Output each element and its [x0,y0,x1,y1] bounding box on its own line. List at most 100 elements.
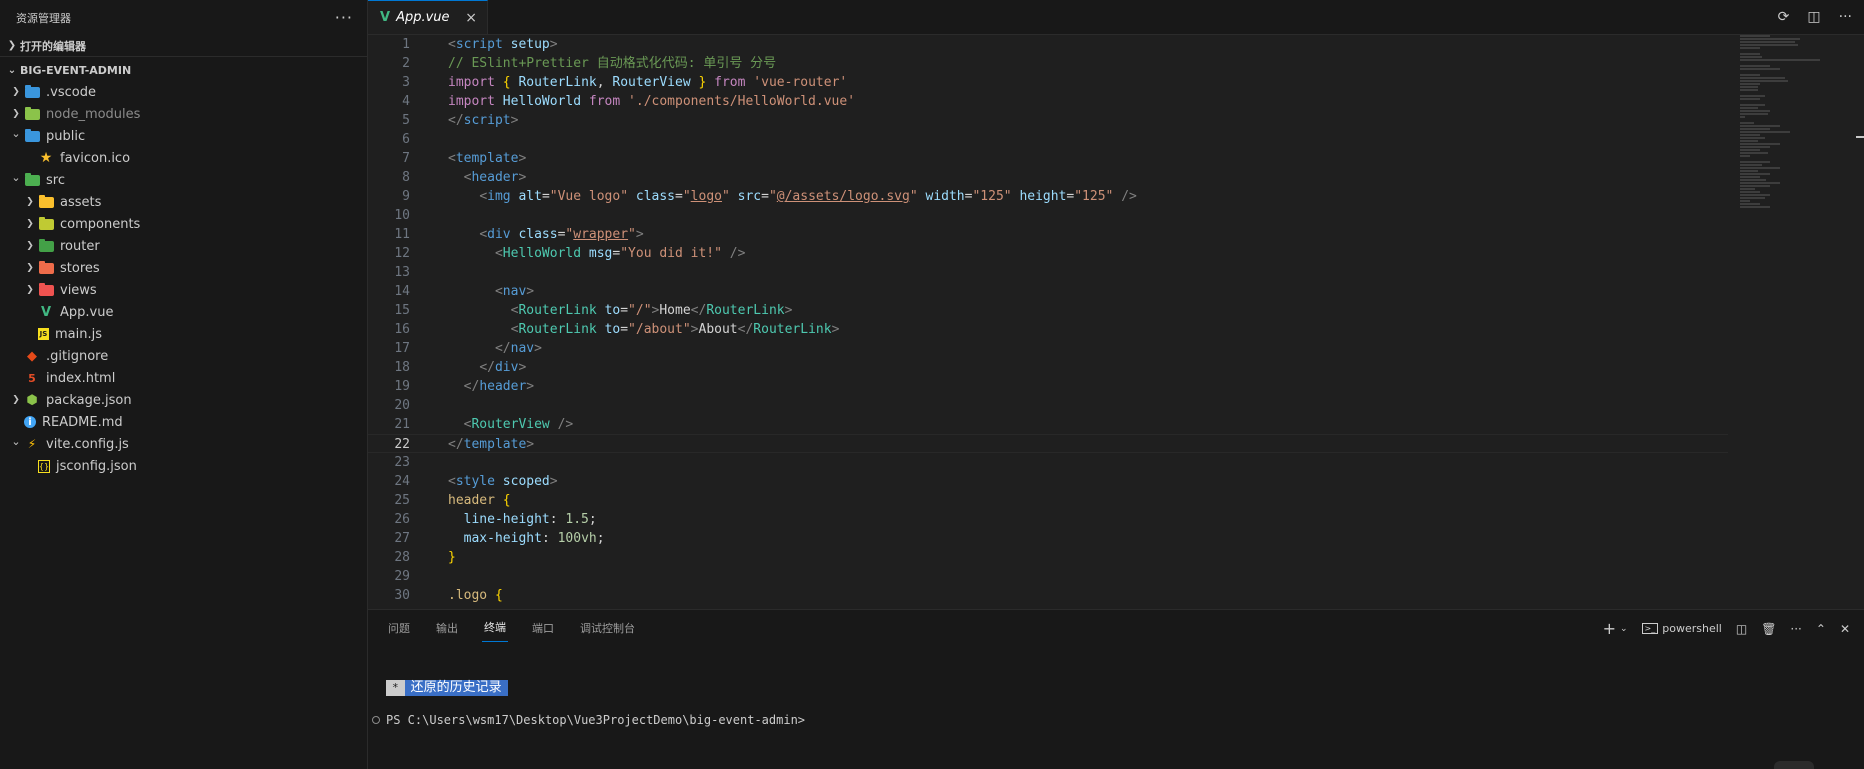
tree-item[interactable]: ⌄ public [0,125,367,147]
more-actions-icon[interactable]: ··· [1790,622,1801,636]
minimap-line [1740,83,1760,85]
trash-icon[interactable]: 🗑 [1761,622,1776,636]
terminal-shell-selector[interactable]: >_ powershell [1641,622,1722,635]
chevron-down-icon[interactable]: ⌄ [1620,624,1628,634]
code-line: 28} [394,550,456,565]
scroll-to-bottom-button[interactable] [1774,761,1814,769]
minimap-line [1740,125,1780,127]
tree-item[interactable]: ◆ .gitignore [0,345,367,367]
tree-item-label: vite.config.js [46,436,129,452]
more-actions-icon[interactable]: ··· [335,8,353,27]
minimap-line [1740,47,1760,49]
more-actions-icon[interactable]: ··· [1839,9,1852,25]
tree-item[interactable]: ❯ assets [0,191,367,213]
minimap-line [1740,170,1758,172]
vue-icon: V [40,304,52,320]
tree-item[interactable]: ⌄ ⚡ vite.config.js [0,433,367,455]
code-line-current: 22 </template> [368,434,1728,453]
tree-item[interactable]: ❯ stores [0,257,367,279]
timeline-history-icon[interactable]: ⟳ [1778,9,1790,25]
new-terminal-icon[interactable]: + [1603,619,1616,638]
split-terminal-icon[interactable]: ◫ [1736,622,1747,636]
project-section[interactable]: ⌄ BIG-EVENT-ADMIN [0,59,367,81]
tree-item-label: src [46,172,65,188]
terminal-prompt-line[interactable]: PS C:\Users\wsm17\Desktop\Vue3ProjectDem… [372,713,805,727]
tree-item-label: index.html [46,370,116,386]
tree-item[interactable]: ⌄ src [0,169,367,191]
split-editor-icon[interactable]: ◫ [1807,9,1820,25]
chevron-down-icon: ⌄ [7,64,17,76]
chevron-down-icon: ⌄ [11,170,21,184]
tree-item[interactable]: ❯ .vscode [0,81,367,103]
tree-item[interactable]: ❯ components [0,213,367,235]
tab-app-vue[interactable]: V App.vue × [368,0,488,34]
chevron-down-icon: ⌄ [11,434,21,448]
code-line: 8 <header> [402,170,527,185]
minimap-line [1740,122,1754,124]
open-editors-section[interactable]: ❯ 打开的编辑器 [0,35,367,57]
tree-item[interactable]: ❯ router [0,235,367,257]
minimap-line [1740,191,1760,193]
tree-item[interactable]: ★ favicon.ico [0,147,367,169]
tree-item[interactable]: 5 index.html [0,367,367,389]
project-name: BIG-EVENT-ADMIN [20,63,132,77]
tree-item[interactable]: JS main.js [0,323,367,345]
minimap-line [1740,203,1760,205]
tab-problems[interactable]: 问题 [386,614,412,642]
minimap-line [1740,197,1765,199]
restored-history-banner: * 还原的历史记录 [386,680,508,696]
tab-label: App.vue [396,10,450,25]
close-icon[interactable]: × [465,10,477,26]
minimap-line [1740,74,1760,76]
code-line: 17 </nav> [394,341,542,356]
code-line: 7 <template> [402,151,527,166]
tree-item-label: favicon.ico [60,150,131,166]
chevron-right-icon: ❯ [26,285,34,295]
minimap-line [1740,140,1758,142]
chevron-right-icon: ❯ [26,197,34,207]
maximize-panel-icon[interactable]: ⌃ [1816,622,1826,636]
tree-item[interactable]: i README.md [0,411,367,433]
tree-item[interactable]: ❯ ⬢ package.json [0,389,367,411]
code-line: 20 [394,398,410,413]
minimap-line [1740,41,1795,43]
folder-src-icon [24,172,40,188]
minimap-line [1740,38,1800,40]
explorer-title-bar: 资源管理器 ··· [0,0,367,35]
code-line: 27 max-height: 100vh; [394,531,605,546]
tab-terminal[interactable]: 终端 [482,613,508,642]
explorer-title: 资源管理器 [16,11,71,25]
tree-item[interactable]: V App.vue [0,301,367,323]
command-decoration-icon[interactable] [372,716,380,724]
minimap-line [1740,188,1755,190]
tree-item-label: App.vue [60,304,114,320]
code-line: 21 <RouterView /> [394,417,574,432]
code-line: 11 <div class="wrapper"> [394,227,644,242]
minimap-line [1740,128,1770,130]
minimap-line [1740,146,1770,148]
minimap-line [1740,137,1765,139]
minimap[interactable] [1740,35,1850,235]
minimap-line [1740,80,1788,82]
tree-item-label: jsconfig.json [56,458,137,474]
restore-star: * [386,680,405,696]
tree-item-label: components [60,216,141,232]
tab-output[interactable]: 输出 [434,614,460,642]
code-line: 24 <style scoped> [394,474,558,489]
editor-actions: ⟳ ◫ ··· [1778,9,1852,25]
code-editor[interactable]: 1 <script setup> 2// ESlint+Prettier 自动格式… [368,35,1728,609]
tree-item[interactable]: ❯ node_modules [0,103,367,125]
tab-ports[interactable]: 端口 [530,614,556,642]
close-panel-icon[interactable]: ✕ [1840,622,1850,636]
minimap-line [1740,206,1770,208]
tab-debug-console[interactable]: 调试控制台 [578,614,637,642]
code-line: 4 import HelloWorld from './components/He… [402,94,856,109]
restore-text: 还原的历史记录 [404,680,508,696]
folder-assets-icon [38,194,54,210]
tree-item-label: README.md [42,414,123,430]
minimap-line [1740,113,1768,115]
tree-item[interactable]: {} jsconfig.json [0,455,367,477]
terminal-output[interactable]: * 还原的历史记录 [386,680,508,696]
chevron-down-icon: ⌄ [11,126,21,140]
tree-item[interactable]: ❯ views [0,279,367,301]
